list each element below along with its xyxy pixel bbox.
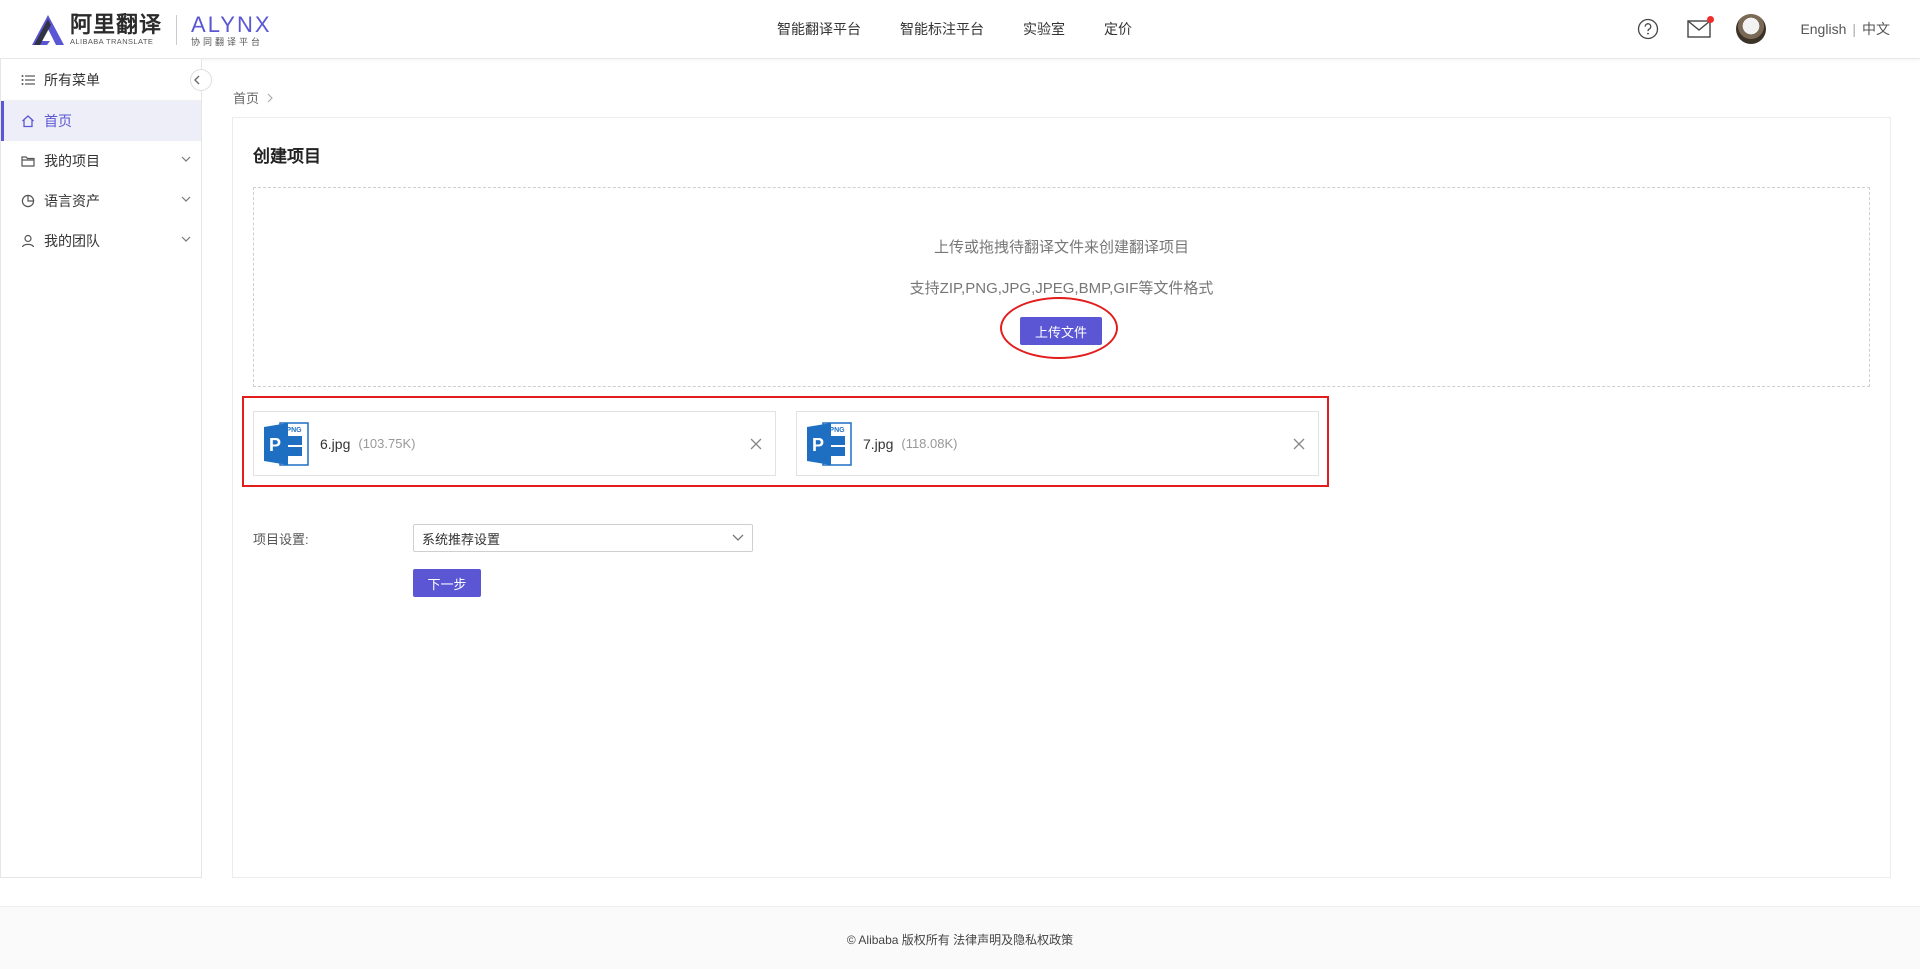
- close-icon[interactable]: [749, 437, 763, 451]
- svg-text:PNG: PNG: [286, 427, 302, 434]
- sidebar-all-menu-label: 所有菜单: [44, 71, 100, 88]
- png-file-icon: PNG P: [807, 421, 852, 466]
- user-icon: [21, 234, 35, 248]
- lang-english[interactable]: English: [1800, 21, 1846, 37]
- footer-copyright: © Alibaba 版权所有 法律声明及隐私权政策: [846, 933, 1074, 947]
- sidebar-item-label: 我的项目: [44, 153, 100, 169]
- alynx-text: ALYNX: [191, 11, 272, 37]
- top-nav: 智能翻译平台 智能标注平台 实验室 定价: [777, 0, 1171, 58]
- nav-smart-translate[interactable]: 智能翻译平台: [777, 19, 861, 39]
- svg-text:PNG: PNG: [829, 427, 845, 434]
- uploaded-file-card: PNG P 6.jpg (103.75K): [253, 411, 776, 476]
- uploaded-file-card: PNG P 7.jpg (118.08K): [796, 411, 1319, 476]
- project-settings-label: 项目设置:: [253, 532, 309, 547]
- svg-text:P: P: [812, 435, 824, 455]
- lang-chinese[interactable]: 中文: [1862, 21, 1890, 37]
- dropzone-formats: 支持ZIP,PNG,JPG,JPEG,BMP,GIF等文件格式: [909, 280, 1214, 297]
- chevron-right-icon: [267, 93, 273, 102]
- pie-chart-icon: [21, 194, 35, 208]
- logo[interactable]: 阿里翻译 ALIBABA TRANSLATE ALYNX 协同翻译平台: [30, 12, 272, 48]
- page-title: 创建项目: [253, 147, 321, 166]
- nav-pricing[interactable]: 定价: [1104, 19, 1132, 39]
- nav-lab[interactable]: 实验室: [1023, 19, 1065, 39]
- nav-smart-annotate[interactable]: 智能标注平台: [900, 19, 984, 39]
- notification-dot: [1707, 16, 1715, 23]
- chevron-left-icon: [193, 75, 199, 85]
- file-size: (118.08K): [901, 436, 958, 451]
- lang-separator: |: [1852, 21, 1856, 37]
- sidebar-collapse-button[interactable]: [190, 69, 212, 91]
- help-icon[interactable]: [1637, 18, 1659, 40]
- breadcrumb-home[interactable]: 首页: [233, 88, 259, 107]
- png-file-icon: PNG P: [264, 421, 309, 466]
- next-step-button[interactable]: 下一步: [413, 569, 481, 597]
- avatar[interactable]: [1736, 14, 1767, 44]
- sidebar-item-home[interactable]: 首页: [1, 101, 201, 141]
- dropzone-instruction: 上传或拖拽待翻译文件来创建翻译项目: [933, 239, 1189, 256]
- chevron-down-icon: [181, 156, 191, 162]
- file-name: 6.jpg: [320, 435, 351, 452]
- logo-en-text: ALIBABA TRANSLATE: [70, 37, 154, 46]
- project-settings-select[interactable]: 系统推荐设置: [413, 524, 753, 552]
- sidebar-all-menu[interactable]: 所有菜单: [1, 59, 212, 101]
- chevron-down-icon: [181, 236, 191, 242]
- file-size: (103.75K): [358, 436, 416, 451]
- upload-file-button[interactable]: 上传文件: [1020, 317, 1102, 345]
- sidebar: 所有菜单 首页 我的项目 语言资产 我的团队: [0, 59, 212, 878]
- sidebar-item-my-projects[interactable]: 我的项目: [1, 141, 201, 181]
- chevron-down-icon: [732, 534, 744, 541]
- logo-divider: [176, 15, 178, 45]
- chevron-down-icon: [181, 196, 191, 202]
- home-icon: [22, 115, 34, 128]
- header-right: English | 中文: [1637, 0, 1920, 58]
- close-icon[interactable]: [1292, 437, 1306, 451]
- folder-icon: [21, 156, 35, 167]
- alynx-logo: ALYNX 协同翻译平台: [191, 11, 272, 48]
- svg-text:P: P: [269, 435, 281, 455]
- sidebar-item-my-team[interactable]: 我的团队: [1, 221, 201, 261]
- mail-button[interactable]: [1687, 16, 1715, 39]
- sidebar-item-label: 我的团队: [44, 233, 100, 249]
- top-header: 阿里翻译 ALIBABA TRANSLATE ALYNX 协同翻译平台 智能翻译…: [0, 0, 1920, 59]
- logo-cn-text: 阿里翻译: [70, 12, 163, 37]
- logo-text-group: 阿里翻译 ALIBABA TRANSLATE: [70, 13, 162, 47]
- create-project-card: 创建项目 上传或拖拽待翻译文件来创建翻译项目 支持ZIP,PNG,JPG,JPE…: [232, 117, 1891, 878]
- alibaba-translate-logo-icon: [32, 15, 64, 45]
- footer: © Alibaba 版权所有 法律声明及隐私权政策: [0, 906, 1920, 969]
- breadcrumb: 首页: [233, 88, 273, 107]
- sidebar-item-label: 语言资产: [44, 193, 100, 209]
- project-settings-value: 系统推荐设置: [422, 531, 501, 547]
- sidebar-item-language-assets[interactable]: 语言资产: [1, 181, 201, 221]
- list-icon: [21, 74, 35, 85]
- file-name: 7.jpg: [863, 435, 894, 452]
- language-switcher: English | 中文: [1800, 19, 1890, 39]
- alynx-subtitle: 协同翻译平台: [191, 36, 264, 47]
- file-dropzone[interactable]: 上传或拖拽待翻译文件来创建翻译项目 支持ZIP,PNG,JPG,JPEG,BMP…: [253, 187, 1870, 387]
- sidebar-item-label: 首页: [44, 113, 72, 129]
